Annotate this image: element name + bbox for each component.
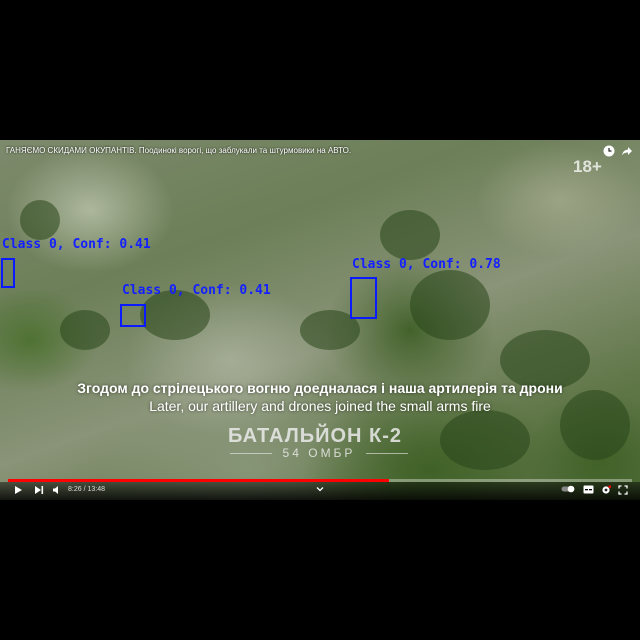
foliage (20, 200, 60, 240)
autoplay-toggle-icon[interactable] (560, 485, 576, 497)
progress-bar-fill (8, 479, 389, 482)
chevron-down-icon[interactable] (314, 485, 326, 497)
next-icon[interactable] (33, 485, 45, 497)
detection-label: Class 0, Conf: 0.41 (2, 237, 151, 252)
play-icon[interactable] (12, 485, 24, 497)
video-title[interactable]: ГАНЯЄМО СКИДАМИ ОКУПАНТІВ. Поодинокі вор… (6, 146, 351, 155)
foliage (410, 270, 490, 340)
subtitle-english: Later, our artillery and drones joined t… (149, 398, 491, 414)
share-icon[interactable] (620, 145, 634, 159)
detection-box (1, 258, 15, 288)
detection-box (350, 277, 377, 319)
progress-bar[interactable] (8, 479, 632, 482)
divider (366, 453, 408, 454)
fullscreen-icon[interactable] (617, 485, 629, 497)
detection-label: Class 0, Conf: 0.78 (352, 257, 501, 272)
foliage (440, 410, 530, 470)
age-rating-badge: 18+ (573, 157, 602, 176)
volume-icon[interactable] (51, 485, 63, 497)
detection-box (120, 304, 146, 327)
subtitles-icon[interactable] (582, 485, 594, 497)
time-display: 8:26 / 13:48 (68, 486, 105, 493)
watermark-title: БАТАЛЬЙОН К-2 (228, 425, 403, 447)
screenshot-stage: ГАНЯЄМО СКИДАМИ ОКУПАНТІВ. Поодинокі вор… (0, 0, 640, 640)
foliage (60, 310, 110, 350)
clock-icon[interactable] (602, 145, 616, 159)
settings-gear-icon[interactable] (600, 485, 612, 497)
subtitle-ukrainian: Згодом до стрілецького вогню доедналася … (77, 380, 563, 396)
detection-label: Class 0, Conf: 0.41 (122, 283, 271, 298)
foliage (380, 210, 440, 260)
